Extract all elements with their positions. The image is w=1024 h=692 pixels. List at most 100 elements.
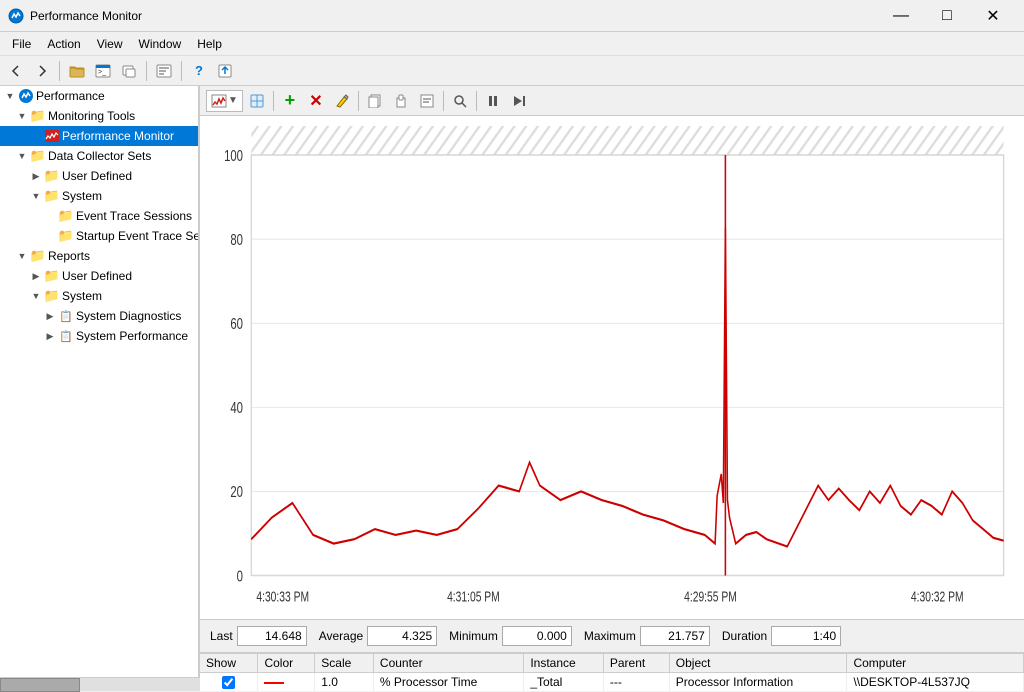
- color-cell: [258, 673, 315, 692]
- sp-expand: ▶: [44, 330, 56, 342]
- folder-button[interactable]: [65, 59, 89, 83]
- minimum-value: 0.000: [502, 626, 572, 646]
- properties-button[interactable]: [152, 59, 176, 83]
- counter-table: Show Color Scale Counter Instance Parent…: [200, 654, 1024, 691]
- monitoring-tools-label: Monitoring Tools: [48, 109, 135, 123]
- show-checkbox[interactable]: [222, 676, 235, 689]
- tree-system-diagnostics[interactable]: ▶ 📋 System Diagnostics: [0, 306, 198, 326]
- tree-user-defined-2[interactable]: ▶ 📁 User Defined: [0, 266, 198, 286]
- menu-file[interactable]: File: [4, 32, 39, 55]
- svg-text:>_: >_: [98, 69, 106, 76]
- tree-user-defined-1[interactable]: ▶ 📁 User Defined: [0, 166, 198, 186]
- menu-action[interactable]: Action: [39, 32, 88, 55]
- tree-monitoring-tools[interactable]: ▼ 📁 Monitoring Tools: [0, 106, 198, 126]
- scale-cell: 1.0: [315, 673, 374, 692]
- tree-system-2[interactable]: ▼ 📁 System: [0, 286, 198, 306]
- sys2-icon: 📁: [44, 288, 60, 304]
- svg-text:4:30:33 PM: 4:30:33 PM: [256, 589, 309, 605]
- back-button[interactable]: [4, 59, 28, 83]
- col-computer: Computer: [847, 654, 1024, 673]
- last-value: 14.648: [237, 626, 307, 646]
- menu-help[interactable]: Help: [189, 32, 230, 55]
- highlight-button[interactable]: [330, 89, 354, 113]
- next-frame-button[interactable]: [507, 89, 531, 113]
- show-cell: [200, 673, 258, 692]
- svg-text:20: 20: [230, 482, 243, 500]
- counter-table-area: Show Color Scale Counter Instance Parent…: [200, 652, 1024, 691]
- root-icon: [18, 88, 34, 104]
- tree-event-trace[interactable]: 📁 Event Trace Sessions: [0, 206, 198, 226]
- close-button[interactable]: ✕: [970, 0, 1016, 32]
- paste-counter-button[interactable]: [389, 89, 413, 113]
- counter-cell: % Processor Time: [373, 673, 523, 692]
- minimum-label: Minimum: [449, 629, 498, 643]
- sd-icon: 📋: [58, 308, 74, 324]
- tree-system-performance[interactable]: ▶ 📋 System Performance: [0, 326, 198, 346]
- svg-text:4:29:55 PM: 4:29:55 PM: [684, 589, 737, 605]
- monitoring-expand: ▼: [16, 110, 28, 122]
- tree-startup-trace[interactable]: 📁 Startup Event Trace Sess...: [0, 226, 198, 246]
- dcs-icon: 📁: [30, 148, 46, 164]
- scrollbar-thumb[interactable]: [0, 678, 80, 691]
- svg-text:4:31:05 PM: 4:31:05 PM: [447, 589, 500, 605]
- zoom-button[interactable]: [448, 89, 472, 113]
- minimize-button[interactable]: —: [878, 0, 924, 32]
- new-window-button[interactable]: [117, 59, 141, 83]
- dcs-label: Data Collector Sets: [48, 149, 151, 163]
- left-panel: ▼ Performance ▼ 📁 Monitoring Tools: [0, 86, 200, 691]
- window-title: Performance Monitor: [30, 9, 878, 23]
- col-counter: Counter: [373, 654, 523, 673]
- et-label: Event Trace Sessions: [76, 209, 192, 223]
- main-container: ▼ Performance ▼ 📁 Monitoring Tools: [0, 86, 1024, 691]
- et-icon: 📁: [58, 208, 74, 224]
- delete-counter-button[interactable]: ✕: [304, 89, 328, 113]
- console-button[interactable]: >_: [91, 59, 115, 83]
- properties-button2[interactable]: [415, 89, 439, 113]
- performance-chart[interactable]: 100 80 60 40 20 0 4:30:33 PM 4:31:05 PM …: [210, 126, 1014, 619]
- sys1-icon: 📁: [44, 188, 60, 204]
- menu-view[interactable]: View: [89, 32, 131, 55]
- help-button[interactable]: ?: [187, 59, 211, 83]
- chart-area: 100 80 60 40 20 0 4:30:33 PM 4:31:05 PM …: [200, 116, 1024, 619]
- forward-button[interactable]: [30, 59, 54, 83]
- pm-label: Performance Monitor: [62, 129, 174, 143]
- maximum-label: Maximum: [584, 629, 636, 643]
- tree-data-collector-sets[interactable]: ▼ 📁 Data Collector Sets: [0, 146, 198, 166]
- tree-performance-monitor[interactable]: Performance Monitor: [0, 126, 198, 146]
- ud1-icon: 📁: [44, 168, 60, 184]
- sys2-expand: ▼: [30, 290, 42, 302]
- freeze-button[interactable]: [245, 89, 269, 113]
- svg-text:60: 60: [230, 314, 243, 332]
- tree-root[interactable]: ▼ Performance: [0, 86, 198, 106]
- col-show: Show: [200, 654, 258, 673]
- chart-toolbar: ▼ + ✕: [200, 86, 1024, 116]
- tree-root-label: Performance: [36, 89, 105, 103]
- st-label: Startup Event Trace Sess...: [76, 229, 200, 243]
- col-object: Object: [669, 654, 847, 673]
- col-color: Color: [258, 654, 315, 673]
- monitoring-folder-icon: 📁: [30, 108, 46, 124]
- maximum-value: 21.757: [640, 626, 710, 646]
- menu-bar: File Action View Window Help: [0, 32, 1024, 56]
- title-bar: Performance Monitor — □ ✕: [0, 0, 1024, 32]
- dcs-expand: ▼: [16, 150, 28, 162]
- svg-text:80: 80: [230, 230, 243, 248]
- copy-properties-button[interactable]: [363, 89, 387, 113]
- ud1-label: User Defined: [62, 169, 132, 183]
- tree-system-1[interactable]: ▼ 📁 System: [0, 186, 198, 206]
- last-label: Last: [210, 629, 233, 643]
- color-swatch: [264, 682, 284, 684]
- table-row[interactable]: 1.0 % Processor Time _Total --- Processo…: [200, 673, 1024, 692]
- sd-expand: ▶: [44, 310, 56, 322]
- object-cell: Processor Information: [669, 673, 847, 692]
- parent-cell: ---: [603, 673, 669, 692]
- sd-label: System Diagnostics: [76, 309, 181, 323]
- tree-reports[interactable]: ▼ 📁 Reports: [0, 246, 198, 266]
- menu-window[interactable]: Window: [131, 32, 190, 55]
- pause-button[interactable]: [481, 89, 505, 113]
- add-counter-button[interactable]: +: [278, 89, 302, 113]
- maximize-button[interactable]: □: [924, 0, 970, 32]
- view-type-dropdown[interactable]: ▼: [206, 90, 243, 112]
- average-value: 4.325: [367, 626, 437, 646]
- export-button[interactable]: [213, 59, 237, 83]
